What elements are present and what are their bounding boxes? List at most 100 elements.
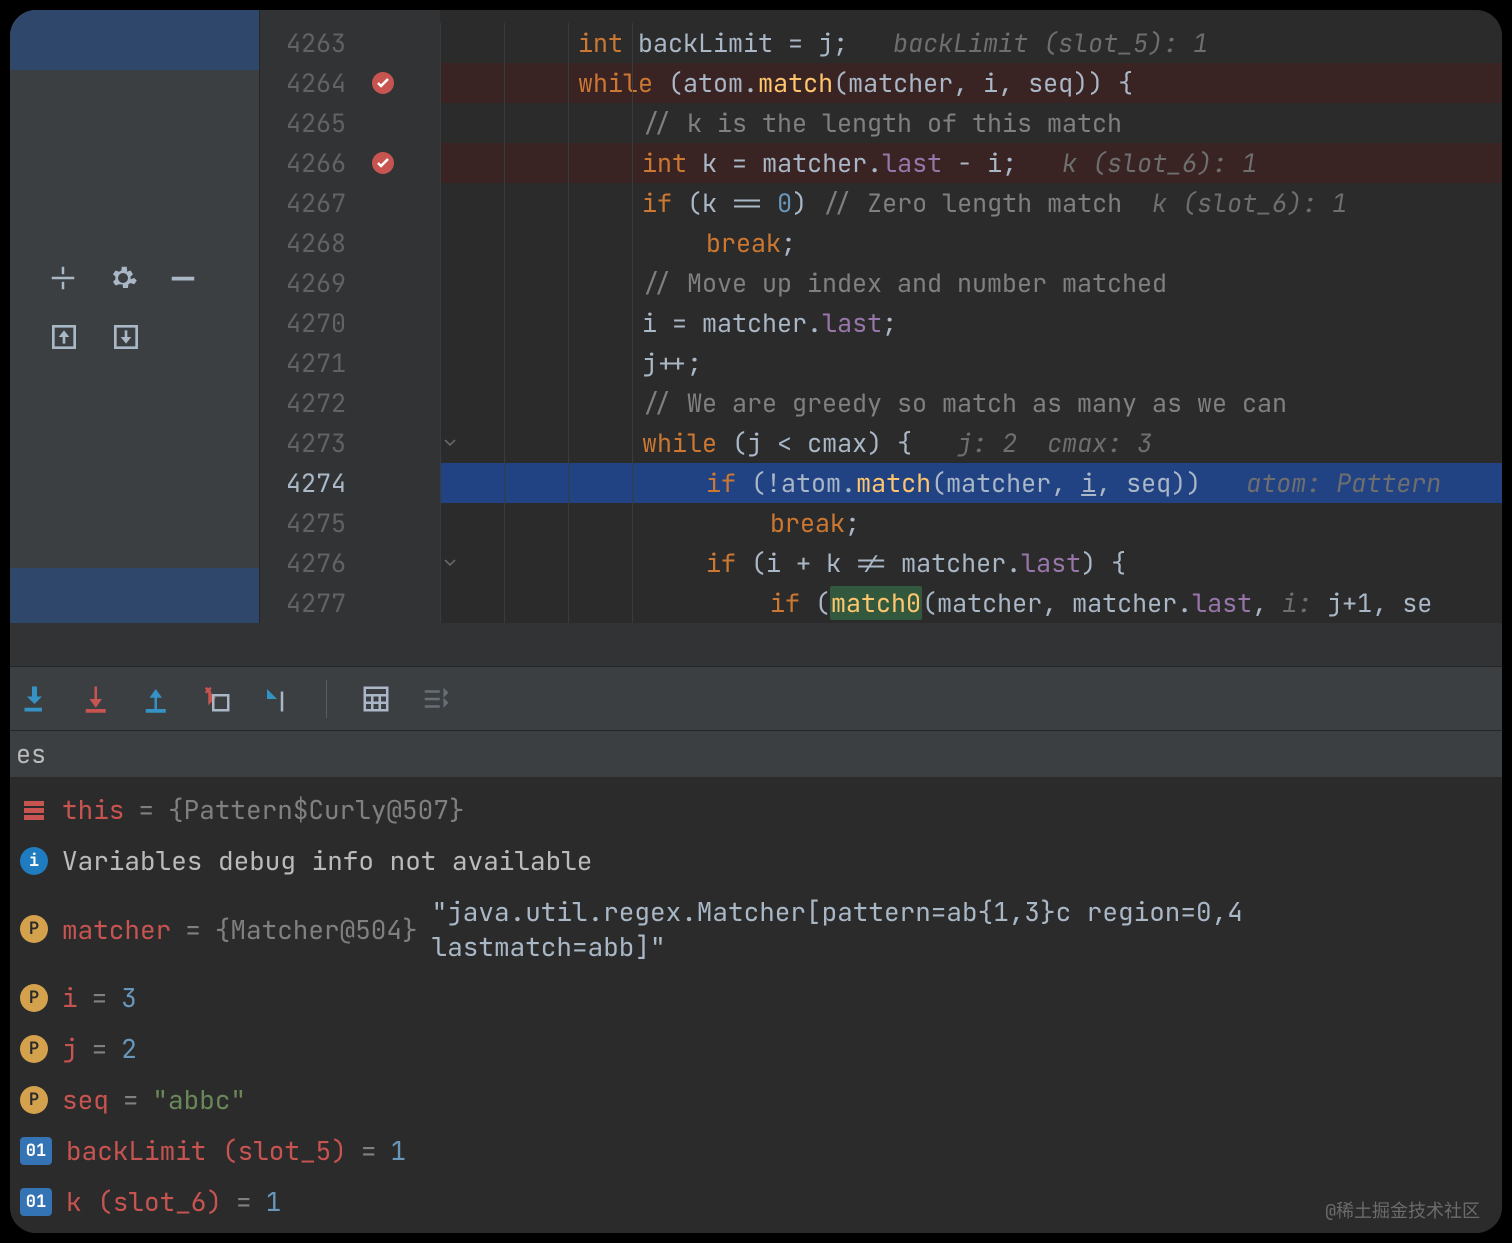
evaluate-expression-icon[interactable] (361, 684, 391, 714)
frames-selection-top[interactable] (10, 10, 259, 70)
download-frame-icon[interactable] (110, 321, 142, 353)
gutter-line[interactable]: 4269 (260, 263, 440, 303)
variable-name: seq (62, 1082, 109, 1117)
variable-row[interactable]: Pi = 3 (20, 976, 1492, 1019)
code-line[interactable]: // Move up index and number matched (440, 263, 1502, 303)
token-pun: . (743, 66, 758, 100)
breakpoint-icon[interactable] (370, 70, 396, 96)
code-line[interactable]: if (k == 0) // Zero length match k (slot… (440, 183, 1502, 223)
token-id: matcher (848, 66, 953, 100)
token-pun: = (657, 306, 702, 340)
token-hint: k (slot_6): 1 (1152, 186, 1347, 220)
indent-guide (632, 103, 633, 143)
variables-body[interactable]: this = {Pattern$Curly@507} iVariables deb… (10, 778, 1502, 1233)
gutter-line[interactable]: 4271 (260, 343, 440, 383)
gutter[interactable]: 4263426442654266426742684269427042714272… (260, 10, 440, 623)
gutter-line[interactable]: 4274 (260, 463, 440, 503)
indent-guide (440, 183, 441, 223)
line-number: 4272 (286, 386, 346, 420)
code-line[interactable]: int backLimit = j; backLimit (slot_5): 1 (440, 23, 1502, 63)
code-line[interactable]: j++; (440, 343, 1502, 383)
equals-sign: = (185, 912, 201, 947)
token-pun: ( (931, 466, 946, 500)
gutter-line[interactable]: 4267 (260, 183, 440, 223)
variable-row[interactable]: iVariables debug info not available (20, 839, 1492, 882)
code-line[interactable]: if (!atom.match(matcher, i, seq)) atom: … (440, 463, 1502, 503)
upload-frame-icon[interactable] (48, 321, 80, 353)
trace-icon[interactable] (421, 684, 451, 714)
token-id: matcher (937, 586, 1042, 620)
indent-guide (440, 263, 441, 303)
equals-sign: = (138, 792, 154, 827)
token-id: k (702, 146, 717, 180)
token-id: j+1 (1327, 586, 1372, 620)
indent-guide (504, 303, 505, 343)
gutter-line[interactable]: 4272 (260, 383, 440, 423)
gutter-line[interactable]: 4266 (260, 143, 440, 183)
token-pun: (! (736, 466, 781, 500)
gutter-line[interactable]: 4277 (260, 583, 440, 623)
code-line[interactable]: while (j < cmax) { j: 2 cmax: 3 (440, 423, 1502, 463)
variables-tab-header[interactable]: es (10, 731, 1502, 778)
indent-guide (568, 423, 569, 463)
run-to-cursor-icon[interactable] (262, 684, 292, 714)
variable-row[interactable]: Pj = 2 (20, 1027, 1492, 1070)
code-line[interactable]: break; (440, 223, 1502, 263)
variable-row[interactable]: Pmatcher = {Matcher@504} "java.util.rege… (20, 890, 1492, 968)
indent-guide (504, 543, 505, 583)
split-vertical-icon[interactable] (48, 263, 78, 293)
gear-icon[interactable] (108, 263, 138, 293)
code-line[interactable]: // We are greedy so match as many as we … (440, 383, 1502, 423)
token-id: atom (683, 66, 743, 100)
panel-splitter[interactable] (10, 623, 1502, 666)
code-line[interactable]: // k is the length of this match (440, 103, 1502, 143)
line-number: 4275 (286, 506, 346, 540)
step-over-icon[interactable] (22, 684, 52, 714)
token-fld: last (882, 146, 942, 180)
gutter-line[interactable]: 4265 (260, 103, 440, 143)
breakpoint-icon[interactable] (370, 150, 396, 176)
code-line[interactable]: break; (440, 503, 1502, 543)
variable-kind-icon: P (20, 1086, 48, 1114)
variable-row[interactable]: 01backLimit (slot_5) = 1 (20, 1129, 1492, 1172)
indent-guide (568, 343, 569, 383)
token-pun: . (807, 306, 822, 340)
variable-string-value: "abbc" (152, 1082, 246, 1117)
variable-row[interactable]: Pseq = "abbc" (20, 1078, 1492, 1121)
line-number: 4273 (286, 426, 346, 460)
code-line[interactable]: while (atom.match(matcher, i, seq)) { (440, 63, 1502, 103)
gutter-line[interactable]: 4275 (260, 503, 440, 543)
indent-guide (568, 263, 569, 303)
code-line[interactable]: if (match0(matcher, matcher.last, i: j+1… (440, 583, 1502, 623)
token-hint: atom: Pattern (1246, 466, 1441, 500)
code-line[interactable]: if (i + k != matcher.last) { (440, 543, 1502, 583)
code-line[interactable]: i = matcher.last; (440, 303, 1502, 343)
line-number: 4276 (286, 546, 346, 580)
gutter-line[interactable]: 4273 (260, 423, 440, 463)
gutter-line[interactable]: 4276 (260, 543, 440, 583)
token-pun: , (1096, 466, 1126, 500)
token-pun: ( (833, 66, 848, 100)
token-pun: ; (845, 506, 860, 540)
variable-row[interactable]: 01k (slot_6) = 1 (20, 1180, 1492, 1223)
token-pun: - (942, 146, 987, 180)
variable-row[interactable]: this = {Pattern$Curly@507} (20, 788, 1492, 831)
code-body[interactable]: int backLimit = j; backLimit (slot_5): 1… (440, 10, 1502, 623)
gutter-line[interactable]: 4263 (260, 23, 440, 63)
variable-name: this (62, 792, 124, 827)
code-editor[interactable]: 4263426442654266426742684269427042714272… (260, 10, 1502, 623)
step-into-icon[interactable] (82, 684, 112, 714)
gutter-line[interactable]: 4268 (260, 223, 440, 263)
minimize-icon[interactable] (168, 263, 198, 293)
gutter-line[interactable]: 4270 (260, 303, 440, 343)
step-out-icon[interactable] (142, 684, 172, 714)
token-hl: match0 (830, 586, 922, 620)
gutter-line[interactable]: 4264 (260, 63, 440, 103)
code-line[interactable]: int k = matcher.last - i; k (slot_6): 1 (440, 143, 1502, 183)
variable-info-text: Variables debug info not available (62, 843, 592, 878)
frames-selection-bottom[interactable] (10, 568, 259, 623)
variable-kind-icon: P (20, 1035, 48, 1063)
line-number: 4267 (286, 186, 346, 220)
token-pun: ; (781, 226, 796, 260)
drop-frame-icon[interactable] (202, 684, 232, 714)
